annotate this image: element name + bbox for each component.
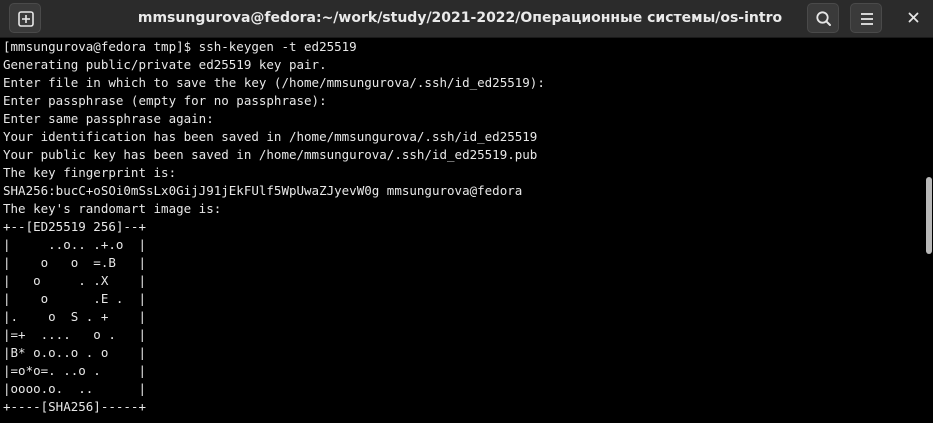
new-tab-plus-icon	[18, 11, 34, 27]
search-icon	[816, 11, 831, 26]
randomart-line: | o o =.B |	[3, 255, 146, 270]
search-button[interactable]	[807, 3, 839, 33]
hamburger-menu-icon	[861, 13, 873, 25]
close-icon	[908, 12, 919, 23]
randomart-line: | o . .X |	[3, 273, 146, 288]
randomart-line: |B* o.o..o . o |	[3, 345, 146, 360]
terminal-line: SHA256:bucC+oSOi0mSsLx0GijJ91jEkFUlf5WpU…	[3, 183, 523, 198]
randomart-line: | ..o.. .+.o |	[3, 237, 146, 252]
new-tab-button[interactable]	[9, 3, 41, 33]
window-titlebar: mmsungurova@fedora:~/work/study/2021-202…	[0, 0, 933, 38]
menu-button[interactable]	[850, 3, 882, 33]
randomart-line: |. o S . + |	[3, 309, 146, 324]
randomart-line: |=o*o=. ..o . |	[3, 363, 146, 378]
terminal-line: Enter file in which to save the key (/ho…	[3, 75, 545, 90]
randomart-line: |=+ .... o . |	[3, 327, 146, 342]
terminal-line: Your identification has been saved in /h…	[3, 129, 538, 144]
terminal-output[interactable]: [mmsungurova@fedora tmp]$ ssh-keygen -t …	[0, 38, 923, 423]
scrollbar-thumb[interactable]	[926, 177, 932, 254]
close-button[interactable]	[898, 3, 930, 33]
terminal-line: [mmsungurova@fedora tmp]$ ssh-keygen -t …	[3, 39, 357, 54]
terminal-scrollbar[interactable]	[924, 38, 933, 423]
randomart-line: | o .E . |	[3, 291, 146, 306]
terminal-line: Your public key has been saved in /home/…	[3, 147, 538, 162]
terminal-line: Enter same passphrase again:	[3, 111, 214, 126]
randomart-line: +----[SHA256]-----+	[3, 399, 146, 414]
terminal-line: The key's randomart image is:	[3, 201, 222, 216]
terminal-line: The key fingerprint is:	[3, 165, 177, 180]
window-title: mmsungurova@fedora:~/work/study/2021-202…	[137, 10, 783, 26]
randomart-line: |oooo.o. .. |	[3, 381, 146, 396]
terminal-line: Generating public/private ed25519 key pa…	[3, 57, 327, 72]
terminal-line: Enter passphrase (empty for no passphras…	[3, 93, 327, 108]
randomart-line: +--[ED25519 256]--+	[3, 219, 146, 234]
